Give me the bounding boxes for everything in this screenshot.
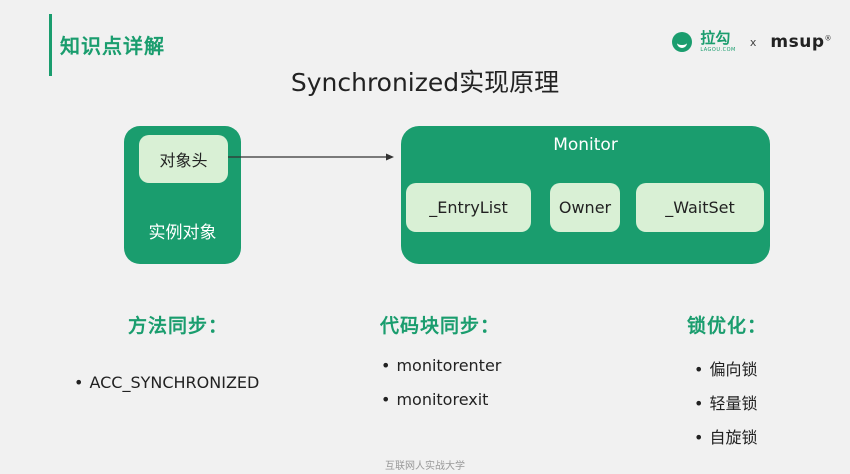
- owner-box: Owner: [550, 183, 620, 232]
- block-sync-heading: 代码块同步：: [380, 315, 501, 337]
- lock-optimization-heading: 锁优化：: [687, 315, 768, 337]
- block-sync-item: monitorexit: [381, 390, 488, 409]
- entry-list-box: _EntryList: [406, 183, 531, 232]
- lock-optimization-item: 偏向锁: [694, 356, 757, 380]
- lock-optimization-item: 自旋锁: [694, 424, 757, 448]
- method-sync-heading: 方法同步：: [128, 315, 229, 337]
- method-sync-item: ACC_SYNCHRONIZED: [74, 373, 259, 392]
- block-sync-item: monitorenter: [381, 356, 501, 375]
- footer-watermark: 互联网人实战大学: [385, 461, 465, 472]
- wait-set-box: _WaitSet: [636, 183, 764, 232]
- lock-optimization-item: 轻量锁: [694, 390, 757, 414]
- monitor-label: Monitor: [553, 135, 618, 155]
